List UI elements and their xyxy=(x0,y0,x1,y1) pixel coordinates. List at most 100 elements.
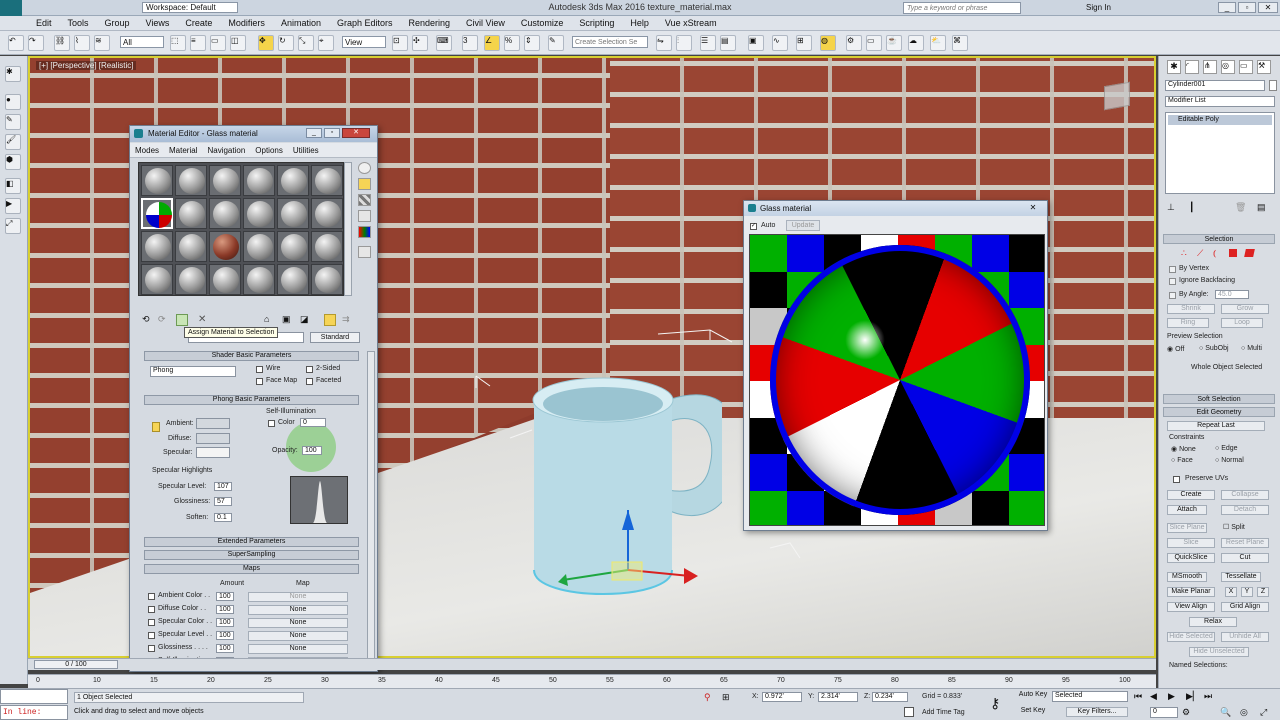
material-slot[interactable] xyxy=(243,165,275,196)
material-slot[interactable] xyxy=(311,165,343,196)
selection-rollout[interactable]: Selection xyxy=(1163,234,1275,244)
previous-frame-icon[interactable]: ◀ xyxy=(1150,691,1157,702)
planar-z-button[interactable]: Z xyxy=(1257,587,1269,597)
set-key-button[interactable]: Set Key xyxy=(1016,707,1050,717)
goto-end-icon[interactable]: ⏭ xyxy=(1204,691,1212,702)
by-vertex-checkbox[interactable] xyxy=(1169,266,1176,273)
tessellate-button[interactable]: Tessellate xyxy=(1221,572,1261,582)
self-illum-value[interactable]: 0 xyxy=(300,418,326,427)
show-end-result-toggle-icon[interactable]: ┃ xyxy=(1189,202,1194,213)
vertex-mode-icon[interactable]: ∴ xyxy=(1181,248,1187,259)
maximize-toggle-icon[interactable]: ⤢ xyxy=(1260,707,1267,718)
edit-geometry-rollout[interactable]: Edit Geometry xyxy=(1163,407,1275,417)
orbit-icon[interactable]: ◎ xyxy=(1240,707,1248,718)
goto-start-icon[interactable]: ⏮ xyxy=(1134,691,1142,702)
video-color-check-icon[interactable] xyxy=(358,226,371,238)
align-icon[interactable]: ⫶ xyxy=(676,35,692,51)
shader-basic-rollout[interactable]: Shader Basic Parameters xyxy=(144,351,359,361)
supersampling-rollout[interactable]: SuperSampling xyxy=(144,550,359,560)
repeat-last-button[interactable]: Repeat Last xyxy=(1167,421,1265,431)
glass-material-preview-window[interactable]: Glass material ✕ ✓ Auto Update xyxy=(743,200,1048,531)
absolute-mode-icon[interactable]: ⊞ xyxy=(722,692,730,703)
paint-select-icon[interactable]: ✎ xyxy=(5,114,21,130)
set-key-icon[interactable]: ⚷ xyxy=(990,695,1000,712)
show-end-result-icon[interactable]: ◪ xyxy=(300,314,312,326)
material-slot[interactable] xyxy=(141,198,173,229)
ambient-color-swatch[interactable] xyxy=(196,418,230,429)
graphite-toggle-icon[interactable]: ▣ xyxy=(748,35,764,51)
map-slot-button[interactable]: None xyxy=(248,631,348,641)
shader-type-dropdown[interactable]: Phong xyxy=(150,366,236,377)
phong-basic-rollout[interactable]: Phong Basic Parameters xyxy=(144,395,359,405)
mat-scrollbar[interactable] xyxy=(367,351,375,669)
menu-group[interactable]: Group xyxy=(97,16,138,31)
map-enable-checkbox[interactable] xyxy=(148,606,155,613)
maxscript-input[interactable]: In line: xyxy=(0,705,68,720)
material-slot[interactable] xyxy=(243,198,275,229)
curve-editor-icon[interactable]: ∿ xyxy=(772,35,788,51)
preview-subobj-radio[interactable]: ○ SubObj xyxy=(1199,345,1229,352)
mat-minimize-button[interactable]: _ xyxy=(306,128,322,138)
show-map-icon[interactable]: ▣ xyxy=(282,314,294,326)
menu-animation[interactable]: Animation xyxy=(273,16,329,31)
modifier-list-dropdown[interactable]: Modifier List xyxy=(1165,96,1275,107)
uv-tiling-icon[interactable] xyxy=(358,210,371,222)
cmd-tab-hierarchy-icon[interactable]: ⋔ xyxy=(1203,60,1217,74)
glass-titlebar[interactable]: Glass material ✕ xyxy=(744,201,1047,216)
spinner-snap-icon[interactable]: ⇕ xyxy=(524,35,540,51)
minimize-button[interactable]: _ xyxy=(1218,2,1236,13)
rect-selection-icon[interactable]: ▭ xyxy=(210,35,226,51)
material-slot[interactable] xyxy=(209,165,241,196)
map-slot-button[interactable]: None xyxy=(248,644,348,654)
specular-level-value[interactable]: 107 xyxy=(214,482,232,491)
map-amount-field[interactable]: 100 xyxy=(216,618,234,627)
glass-close-button[interactable]: ✕ xyxy=(1026,203,1040,213)
isolate-icon[interactable]: ◧ xyxy=(5,178,21,194)
get-material-icon[interactable]: ⟲ xyxy=(142,314,154,326)
material-slot[interactable] xyxy=(311,198,343,229)
angle-snap-icon[interactable]: ∠ xyxy=(484,35,500,51)
grid-align-button[interactable]: Grid Align xyxy=(1221,602,1269,612)
menu-edit[interactable]: Edit xyxy=(28,16,60,31)
lock-selection-icon[interactable]: ⚲ xyxy=(704,692,711,703)
brush-icon[interactable]: 🖌 xyxy=(5,134,21,150)
slice-plane-button[interactable]: Slice Plane xyxy=(1167,523,1207,533)
search-input[interactable]: Type a keyword or phrase xyxy=(903,2,1021,14)
maximize-button[interactable]: ▫ xyxy=(1238,2,1256,13)
key-filters-button[interactable]: Key Filters... xyxy=(1066,707,1128,717)
mirror-icon[interactable]: ⇋ xyxy=(656,35,672,51)
extended-parameters-rollout[interactable]: Extended Parameters xyxy=(144,537,359,547)
pivot-center-icon[interactable]: ⊡ xyxy=(392,35,408,51)
material-slot[interactable] xyxy=(209,264,241,295)
close-button[interactable]: ✕ xyxy=(1258,2,1278,13)
menu-views[interactable]: Views xyxy=(138,16,178,31)
mat-close-button[interactable]: ✕ xyxy=(342,128,370,138)
select-and-scale-icon[interactable]: ⤡ xyxy=(298,35,314,51)
x-coordinate[interactable]: 0.972' xyxy=(762,692,802,702)
window-crossing-icon[interactable]: ◫ xyxy=(230,35,246,51)
auto-checkbox[interactable]: ✓ xyxy=(750,223,757,230)
menu-customize[interactable]: Customize xyxy=(513,16,572,31)
link-icon[interactable]: ⛓ xyxy=(54,35,70,51)
viewcube-icon[interactable] xyxy=(1104,81,1130,111)
shrink-button[interactable]: Shrink xyxy=(1167,304,1215,314)
current-frame-field[interactable]: 0 xyxy=(1150,707,1178,718)
select-and-rotate-icon[interactable]: ↻ xyxy=(278,35,294,51)
reset-plane-button[interactable]: Reset Plane xyxy=(1221,538,1269,548)
material-slot[interactable] xyxy=(311,264,343,295)
make-planar-button[interactable]: Make Planar xyxy=(1167,587,1215,597)
mat-menu-modes[interactable]: Modes xyxy=(130,143,164,158)
material-slot[interactable] xyxy=(141,264,173,295)
material-slot[interactable] xyxy=(243,264,275,295)
ring-button[interactable]: Ring xyxy=(1167,318,1209,328)
material-editor-titlebar[interactable]: Material Editor - Glass material _ ▫ ✕ xyxy=(130,126,377,142)
map-slot-button[interactable]: None xyxy=(248,592,348,602)
configure-modifier-sets-icon[interactable]: ▤ xyxy=(1257,202,1266,213)
sample-type-icon[interactable] xyxy=(358,162,371,174)
auto-key-button[interactable]: Auto Key xyxy=(1016,691,1050,701)
object-color-swatch[interactable] xyxy=(1269,80,1277,91)
hide-selected-button[interactable]: Hide Selected xyxy=(1167,632,1215,642)
render-iterative-icon[interactable]: ☁ xyxy=(908,35,924,51)
wire-checkbox[interactable] xyxy=(256,366,263,373)
constraint-normal-radio[interactable]: ○ Normal xyxy=(1215,457,1244,464)
